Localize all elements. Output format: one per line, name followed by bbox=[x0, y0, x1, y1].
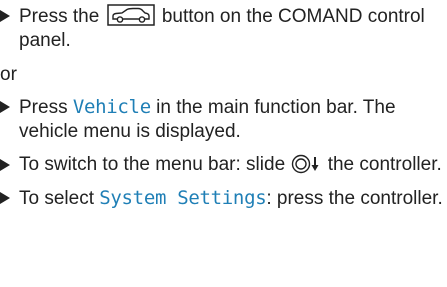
instruction-step-4: To select System Settings: press the con… bbox=[0, 186, 447, 211]
display-term-system-settings: System Settings bbox=[99, 187, 267, 209]
step-4-text-end: : press the controller. bbox=[266, 188, 443, 209]
instruction-list: Press the button on the COMAND control p… bbox=[0, 4, 447, 211]
controller-slide-down-icon bbox=[292, 154, 319, 174]
step-2-text-start: Press bbox=[19, 97, 73, 118]
instruction-step-3: To switch to the menu bar: slide the con… bbox=[0, 153, 447, 177]
instruction-step-1: Press the button on the COMAND control p… bbox=[0, 4, 447, 53]
car-button-icon bbox=[106, 4, 155, 26]
display-term-vehicle: Vehicle bbox=[72, 96, 151, 118]
bullet-triangle-icon bbox=[0, 10, 10, 22]
step-3-text-end: the controller. bbox=[322, 154, 442, 175]
bullet-triangle-icon bbox=[0, 101, 10, 113]
bullet-triangle-icon bbox=[0, 159, 10, 171]
step-3-text-start: To switch to the menu bar: slide bbox=[19, 154, 291, 175]
or-separator: or bbox=[0, 64, 17, 85]
step-4-text-start: To select bbox=[19, 188, 100, 209]
instruction-step-2: Press Vehicle in the main function bar. … bbox=[0, 95, 447, 144]
step-1-text-start: Press the bbox=[19, 6, 105, 27]
bullet-triangle-icon bbox=[0, 192, 10, 204]
